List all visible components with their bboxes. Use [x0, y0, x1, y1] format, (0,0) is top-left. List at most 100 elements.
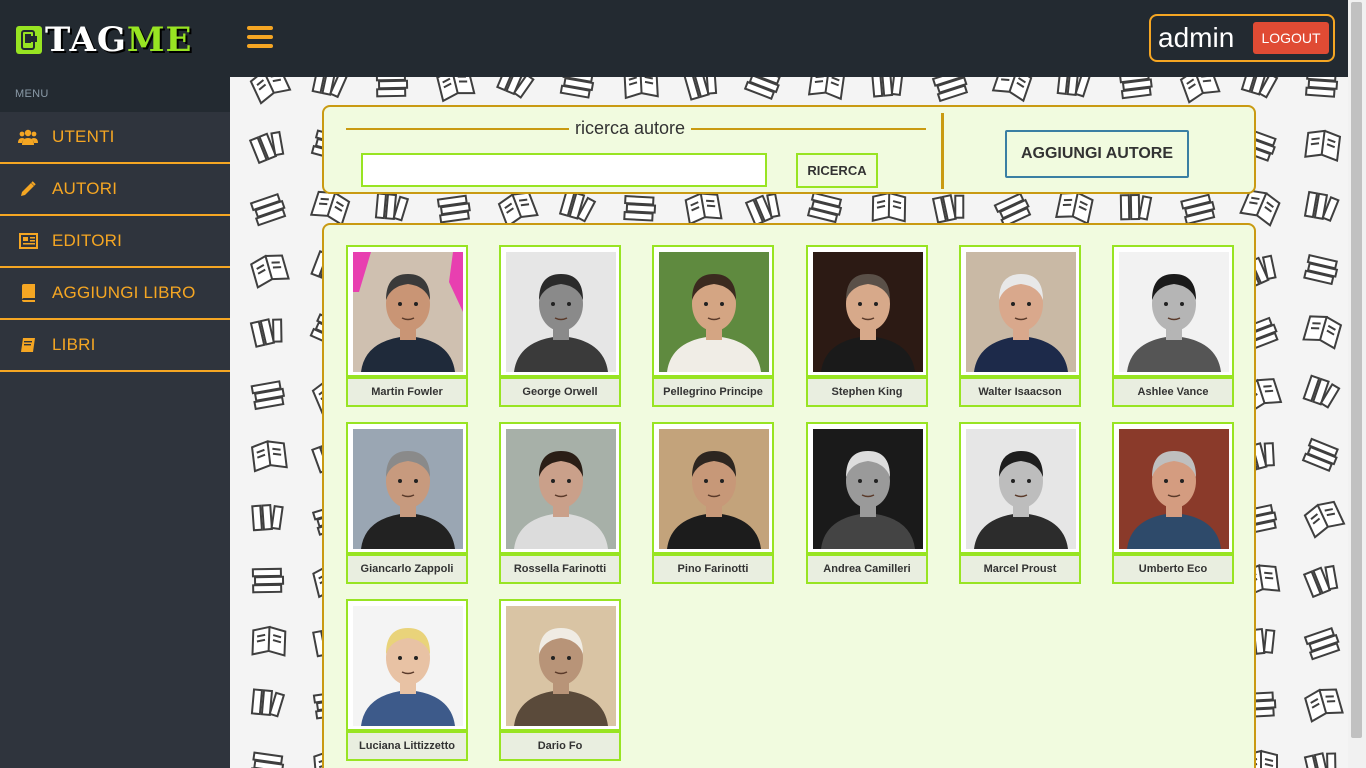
book-doodle-icon — [558, 189, 597, 223]
sidebar-item-utenti[interactable]: UTENTI — [0, 112, 230, 164]
sidebar-item-label: EDITORI — [52, 231, 123, 250]
add-author-button[interactable]: AGGIUNGI AUTORE — [1005, 130, 1189, 178]
author-card[interactable]: Umberto Eco — [1112, 422, 1234, 584]
book-doodle-icon — [251, 625, 287, 657]
author-card[interactable]: Andrea Camilleri — [806, 422, 928, 584]
author-photo — [506, 429, 616, 549]
author-photo-frame — [346, 599, 468, 731]
author-photo-frame — [806, 245, 928, 377]
app-logo[interactable]: TAGME — [16, 23, 192, 57]
books-icon — [18, 335, 38, 355]
author-photo-frame — [346, 245, 468, 377]
author-name: Stephen King — [806, 377, 928, 407]
author-photo-frame — [499, 599, 621, 731]
logout-button[interactable]: LOGOUT — [1253, 22, 1329, 54]
author-name: Martin Fowler — [346, 377, 468, 407]
book-doodle-icon — [497, 191, 539, 229]
author-card[interactable]: Martin Fowler — [346, 245, 468, 407]
author-photo-frame — [346, 422, 468, 554]
author-card[interactable]: Giancarlo Zappoli — [346, 422, 468, 584]
author-card[interactable]: Pino Farinotti — [652, 422, 774, 584]
logo-text: TAGME — [45, 23, 192, 57]
author-photo-frame — [959, 422, 1081, 554]
author-card[interactable]: Luciana Littizzetto — [346, 599, 468, 761]
author-name: Andrea Camilleri — [806, 554, 928, 584]
author-name: Pino Farinotti — [652, 554, 774, 584]
sidebar-menu-label: MENU — [0, 77, 230, 112]
author-photo — [506, 606, 616, 726]
author-card[interactable]: Stephen King — [806, 245, 928, 407]
author-photo-frame — [499, 245, 621, 377]
book-doodle-icon — [743, 77, 781, 100]
author-name: Pellegrino Principe — [652, 377, 774, 407]
book-doodle-icon — [871, 77, 904, 98]
author-photo — [813, 252, 923, 372]
book-doodle-icon — [311, 77, 348, 99]
authors-panel: Martin Fowler George Orwell Pellegrino Pri… — [322, 223, 1256, 768]
book-doodle-icon — [248, 130, 285, 165]
book-doodle-icon — [559, 77, 595, 99]
sidebar-item-editori[interactable]: EDITORI — [0, 216, 230, 268]
sidebar-item-aggiungi-libro[interactable]: AGGIUNGI LIBRO — [0, 268, 230, 320]
author-photo-frame — [1112, 245, 1234, 377]
book-doodle-icon — [1304, 77, 1339, 98]
search-author-input[interactable] — [361, 153, 767, 187]
author-photo-frame — [499, 422, 621, 554]
book-doodle-icon — [993, 192, 1032, 228]
author-card[interactable]: Walter Isaacson — [959, 245, 1081, 407]
book-doodle-icon — [1303, 253, 1339, 286]
book-doodle-icon — [436, 194, 471, 224]
author-photo — [1119, 429, 1229, 549]
hamburger-icon[interactable] — [247, 26, 273, 48]
search-button[interactable]: RICERCA — [796, 153, 878, 188]
book-doodle-icon — [250, 751, 285, 768]
book-doodle-icon — [374, 192, 410, 222]
top-header: TAGME admin LOGOUT — [0, 0, 1366, 77]
book-doodle-icon — [1056, 77, 1092, 98]
book-doodle-icon — [1303, 626, 1341, 661]
logo-text-me: ME — [126, 20, 193, 60]
sidebar-item-libri[interactable]: LIBRI — [0, 320, 230, 372]
book-doodle-icon — [1303, 500, 1346, 539]
sidebar-item-autori[interactable]: AUTORI — [0, 164, 230, 216]
username: admin — [1158, 22, 1235, 53]
sidebar-item-label: AGGIUNGI LIBRO — [52, 283, 196, 302]
book-doodle-icon — [931, 77, 969, 103]
book-doodle-icon — [807, 77, 846, 101]
author-name: Giancarlo Zappoli — [346, 554, 468, 584]
tag-phone-icon — [16, 26, 42, 54]
book-doodle-icon — [250, 439, 288, 473]
sidebar-item-label: AUTORI — [52, 179, 118, 198]
book-doodle-icon — [251, 567, 285, 594]
book-doodle-icon — [249, 192, 287, 227]
book-doodle-icon — [684, 192, 723, 226]
book-doodle-icon — [1301, 437, 1339, 473]
logo-text-tag: TAG — [45, 20, 127, 60]
author-card[interactable]: Ashlee Vance — [1112, 245, 1234, 407]
author-photo — [966, 252, 1076, 372]
book-doodle-icon — [1119, 193, 1153, 221]
author-photo — [1119, 252, 1229, 372]
search-legend: ricerca autore — [569, 118, 692, 139]
book-doodle-icon — [250, 380, 286, 411]
book-icon — [18, 283, 38, 303]
book-doodle-icon — [496, 77, 535, 99]
book-doodle-icon — [931, 194, 965, 224]
author-card[interactable]: Marcel Proust — [959, 422, 1081, 584]
book-doodle-icon — [744, 192, 781, 227]
sidebar-item-label: UTENTI — [52, 127, 115, 146]
book-doodle-icon — [1118, 77, 1153, 100]
author-photo-frame — [652, 245, 774, 377]
book-doodle-icon — [436, 77, 476, 103]
book-doodle-icon — [1303, 190, 1340, 223]
author-name: Walter Isaacson — [959, 377, 1081, 407]
author-card[interactable]: George Orwell — [499, 245, 621, 407]
scrollbar-thumb[interactable] — [1351, 2, 1362, 738]
author-card[interactable]: Dario Fo — [499, 599, 621, 761]
author-photo — [506, 252, 616, 372]
author-card[interactable]: Pellegrino Principe — [652, 245, 774, 407]
page-scrollbar[interactable] — [1348, 0, 1366, 768]
book-doodle-icon — [250, 688, 286, 718]
author-photo-frame — [806, 422, 928, 554]
author-card[interactable]: Rossella Farinotti — [499, 422, 621, 584]
